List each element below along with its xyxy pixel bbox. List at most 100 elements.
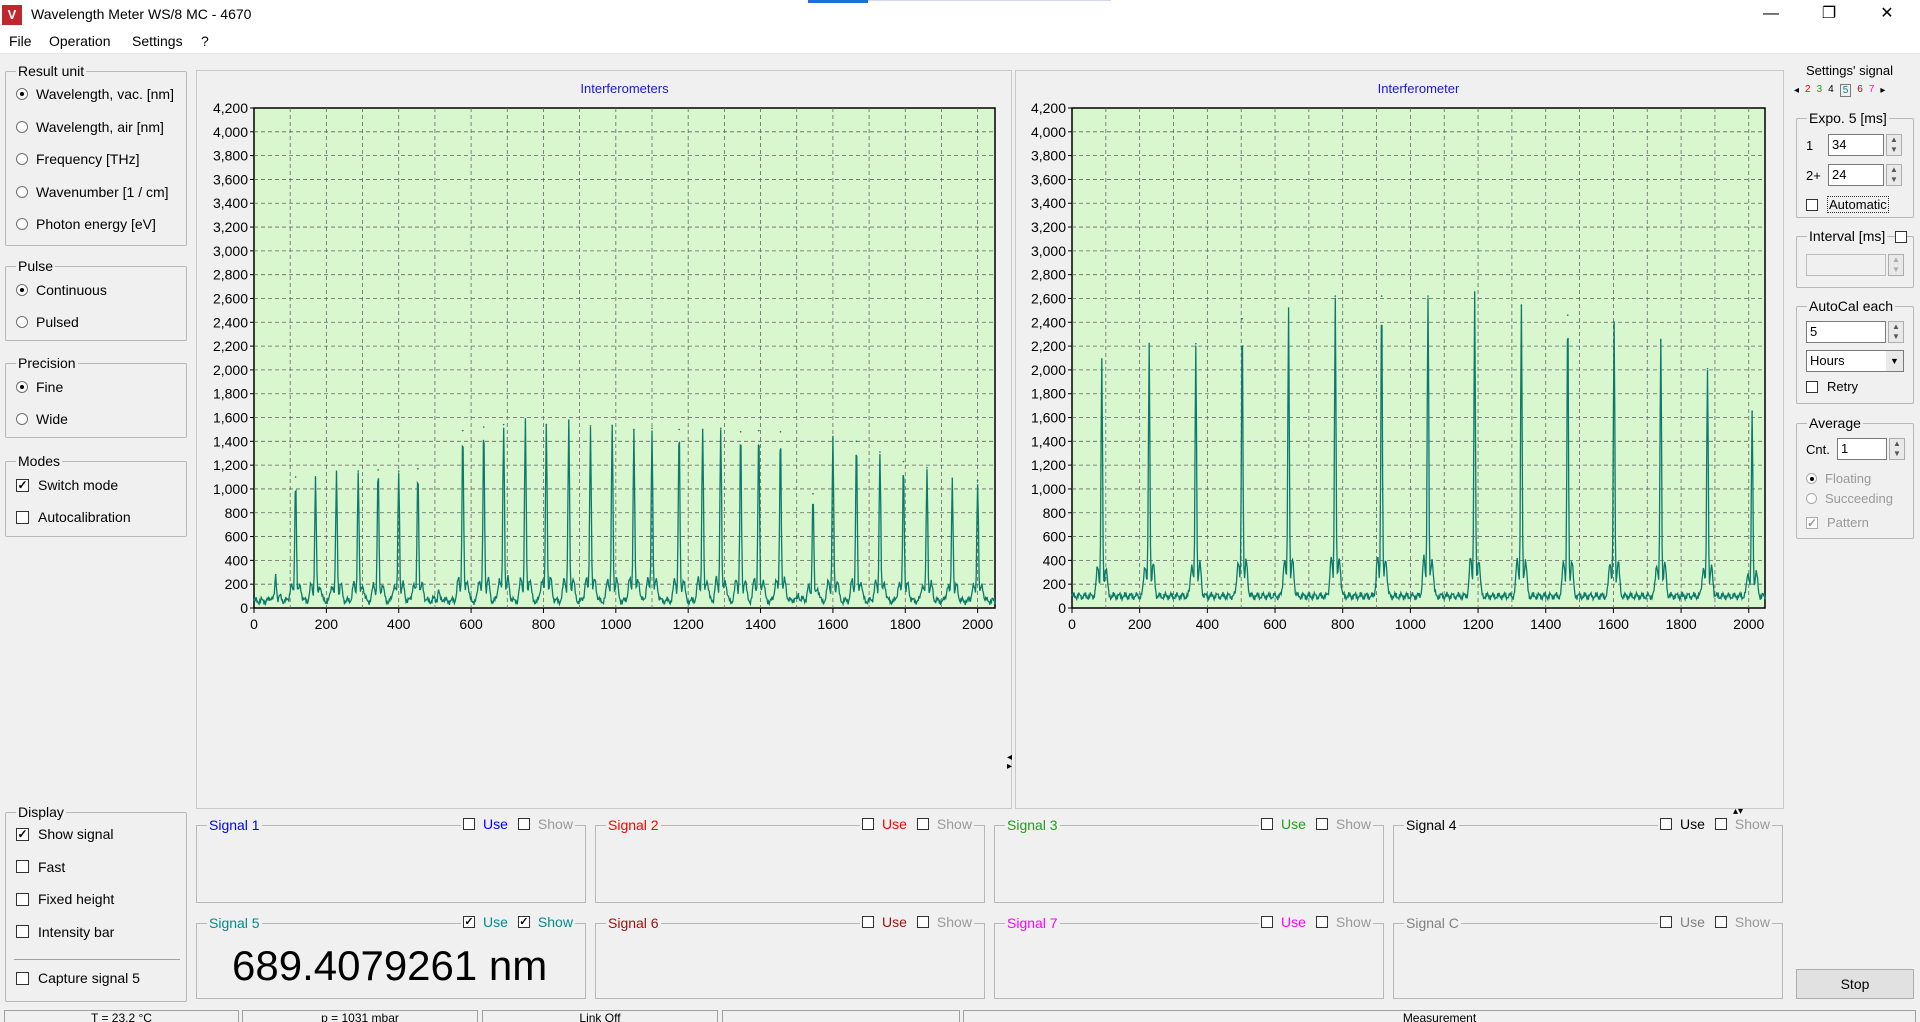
show-checkbox[interactable]: [916, 818, 929, 830]
show-checkbox[interactable]: [916, 916, 929, 928]
use-checkbox[interactable]: [1261, 916, 1273, 928]
signal-tab-5[interactable]: 5: [1839, 84, 1852, 97]
interval-spinner-icon[interactable]: ▲ ▼: [1888, 254, 1904, 276]
interval-input[interactable]: [1806, 254, 1886, 276]
cnt-spinner-icon[interactable]: ▲ ▼: [1889, 438, 1905, 460]
signal-tab-6[interactable]: 6: [1857, 84, 1863, 97]
modes-checkbox-0[interactable]: ✓: [16, 478, 29, 492]
cnt-input[interactable]: 1: [1837, 438, 1887, 460]
display-checkbox-3[interactable]: [16, 925, 29, 938]
x-tick-label: 800: [532, 616, 556, 632]
menu-file[interactable]: File: [9, 33, 32, 49]
expo1-input[interactable]: 34: [1828, 134, 1884, 156]
peak-point: [1520, 304, 1523, 307]
use-checkbox[interactable]: [1261, 818, 1273, 830]
chevron-down-icon[interactable]: ▼: [1886, 351, 1903, 371]
peak-point: [1613, 323, 1615, 326]
result-unit-radio-2[interactable]: [16, 153, 28, 165]
use-checkbox[interactable]: [463, 818, 475, 830]
use-checkbox[interactable]: [862, 818, 874, 830]
display-check-2[interactable]: Fixed height: [16, 891, 114, 907]
peak-point: [1427, 295, 1429, 297]
use-checkbox[interactable]: ✓: [463, 916, 475, 928]
display-label-0: Show signal: [38, 826, 114, 842]
use-label: Use: [882, 914, 907, 930]
automatic-checkbox[interactable]: Automatic: [1806, 196, 1889, 213]
status-pressure: p = 1031 mbar: [242, 1010, 478, 1022]
show-checkbox[interactable]: [1315, 818, 1328, 830]
expo2-spinner-icon[interactable]: ▲ ▼: [1886, 164, 1902, 186]
show-checkbox[interactable]: [1714, 916, 1727, 928]
display-check-1[interactable]: Fast: [16, 859, 65, 875]
result-unit-option-3[interactable]: Wavenumber [1 / cm]: [16, 184, 169, 200]
tab-next-icon[interactable]: ▸: [1880, 85, 1885, 96]
signal-panel-5: Signal 5 ✓ Use ✓ Show 689.4079261 nm: [196, 914, 586, 999]
modes-check-0[interactable]: ✓ Switch mode: [16, 477, 118, 493]
automatic-checkbox-box[interactable]: [1806, 198, 1818, 211]
menu-settings[interactable]: Settings: [132, 33, 183, 49]
result-unit-radio-0[interactable]: [16, 88, 28, 100]
autocal-spinner-icon[interactable]: ▲ ▼: [1888, 321, 1904, 343]
retry-checkbox[interactable]: Retry: [1806, 379, 1858, 394]
expo2-input[interactable]: 24: [1828, 164, 1884, 186]
x-tick-label: 1600: [817, 616, 848, 632]
use-checkbox[interactable]: [1660, 818, 1672, 830]
result-unit-option-4[interactable]: Photon energy [eV]: [16, 216, 156, 232]
show-checkbox[interactable]: ✓: [517, 916, 530, 928]
show-checkbox[interactable]: [1714, 818, 1727, 830]
succeeding-radio[interactable]: Succeeding: [1806, 491, 1893, 506]
splitter-handle-icon[interactable]: ◂ ▸: [1007, 753, 1012, 772]
pulse-radio-1[interactable]: [16, 316, 28, 328]
result-unit-radio-1[interactable]: [16, 120, 28, 133]
result-unit-option-0[interactable]: Wavelength, vac. [nm]: [16, 86, 174, 102]
pulse-option-1[interactable]: Pulsed: [16, 314, 79, 330]
modes-check-1[interactable]: Autocalibration: [16, 509, 131, 525]
capture-signal-checkbox[interactable]: Capture signal 5: [16, 970, 140, 986]
tab-prev-icon[interactable]: ◂: [1794, 85, 1799, 96]
pattern-checkbox-box[interactable]: ✓: [1806, 516, 1818, 529]
display-check-0[interactable]: ✓ Show signal: [16, 826, 114, 842]
precision-radio-0[interactable]: [16, 381, 28, 393]
floating-radio-dot[interactable]: [1806, 473, 1817, 484]
result-unit-option-1[interactable]: Wavelength, air [nm]: [16, 119, 164, 135]
display-checkbox-2[interactable]: [16, 892, 29, 906]
pulse-radio-0[interactable]: [16, 284, 28, 296]
signal-tab-7[interactable]: 7: [1869, 84, 1875, 97]
minimize-icon[interactable]: —: [1742, 0, 1800, 30]
restore-icon[interactable]: ❐: [1800, 0, 1858, 30]
expo1-spinner-icon[interactable]: ▲ ▼: [1886, 134, 1902, 156]
pulse-option-0[interactable]: Continuous: [16, 282, 107, 298]
signal-tab-3[interactable]: 3: [1817, 84, 1823, 97]
succeeding-radio-dot[interactable]: [1806, 493, 1817, 504]
signal-tab-4[interactable]: 4: [1828, 84, 1834, 97]
result-unit-radio-4[interactable]: [16, 218, 28, 230]
display-check-3[interactable]: Intensity bar: [16, 924, 114, 940]
precision-option-0[interactable]: Fine: [16, 379, 63, 395]
floating-radio[interactable]: Floating: [1806, 471, 1871, 486]
signal-use-show: Use Show: [1259, 914, 1373, 930]
precision-option-1[interactable]: Wide: [16, 411, 68, 427]
show-checkbox[interactable]: [517, 818, 530, 830]
display-checkbox-0[interactable]: ✓: [16, 827, 29, 841]
autocal-input[interactable]: 5: [1806, 321, 1886, 343]
use-checkbox[interactable]: [1660, 916, 1672, 928]
close-icon[interactable]: ✕: [1858, 0, 1916, 30]
precision-radio-1[interactable]: [16, 413, 28, 425]
use-checkbox[interactable]: [862, 916, 874, 928]
display-title: Display: [16, 804, 66, 820]
menu-help[interactable]: ?: [201, 33, 209, 49]
pattern-checkbox[interactable]: ✓ Pattern: [1806, 515, 1869, 530]
y-tick-label: 3,200: [1031, 219, 1066, 235]
display-checkbox-1[interactable]: [16, 860, 29, 873]
stop-button[interactable]: Stop: [1796, 969, 1914, 999]
interval-checkbox[interactable]: [1895, 231, 1907, 243]
modes-checkbox-1[interactable]: [16, 510, 29, 524]
show-checkbox[interactable]: [1315, 916, 1328, 928]
result-unit-option-2[interactable]: Frequency [THz]: [16, 151, 139, 167]
signal-tab-2[interactable]: 2: [1805, 84, 1811, 97]
result-unit-radio-3[interactable]: [16, 185, 28, 198]
menu-operation[interactable]: Operation: [49, 33, 110, 49]
capture-checkbox-box[interactable]: [16, 971, 29, 985]
retry-checkbox-box[interactable]: [1806, 380, 1818, 393]
signal-use-show: Use Show: [860, 914, 974, 930]
